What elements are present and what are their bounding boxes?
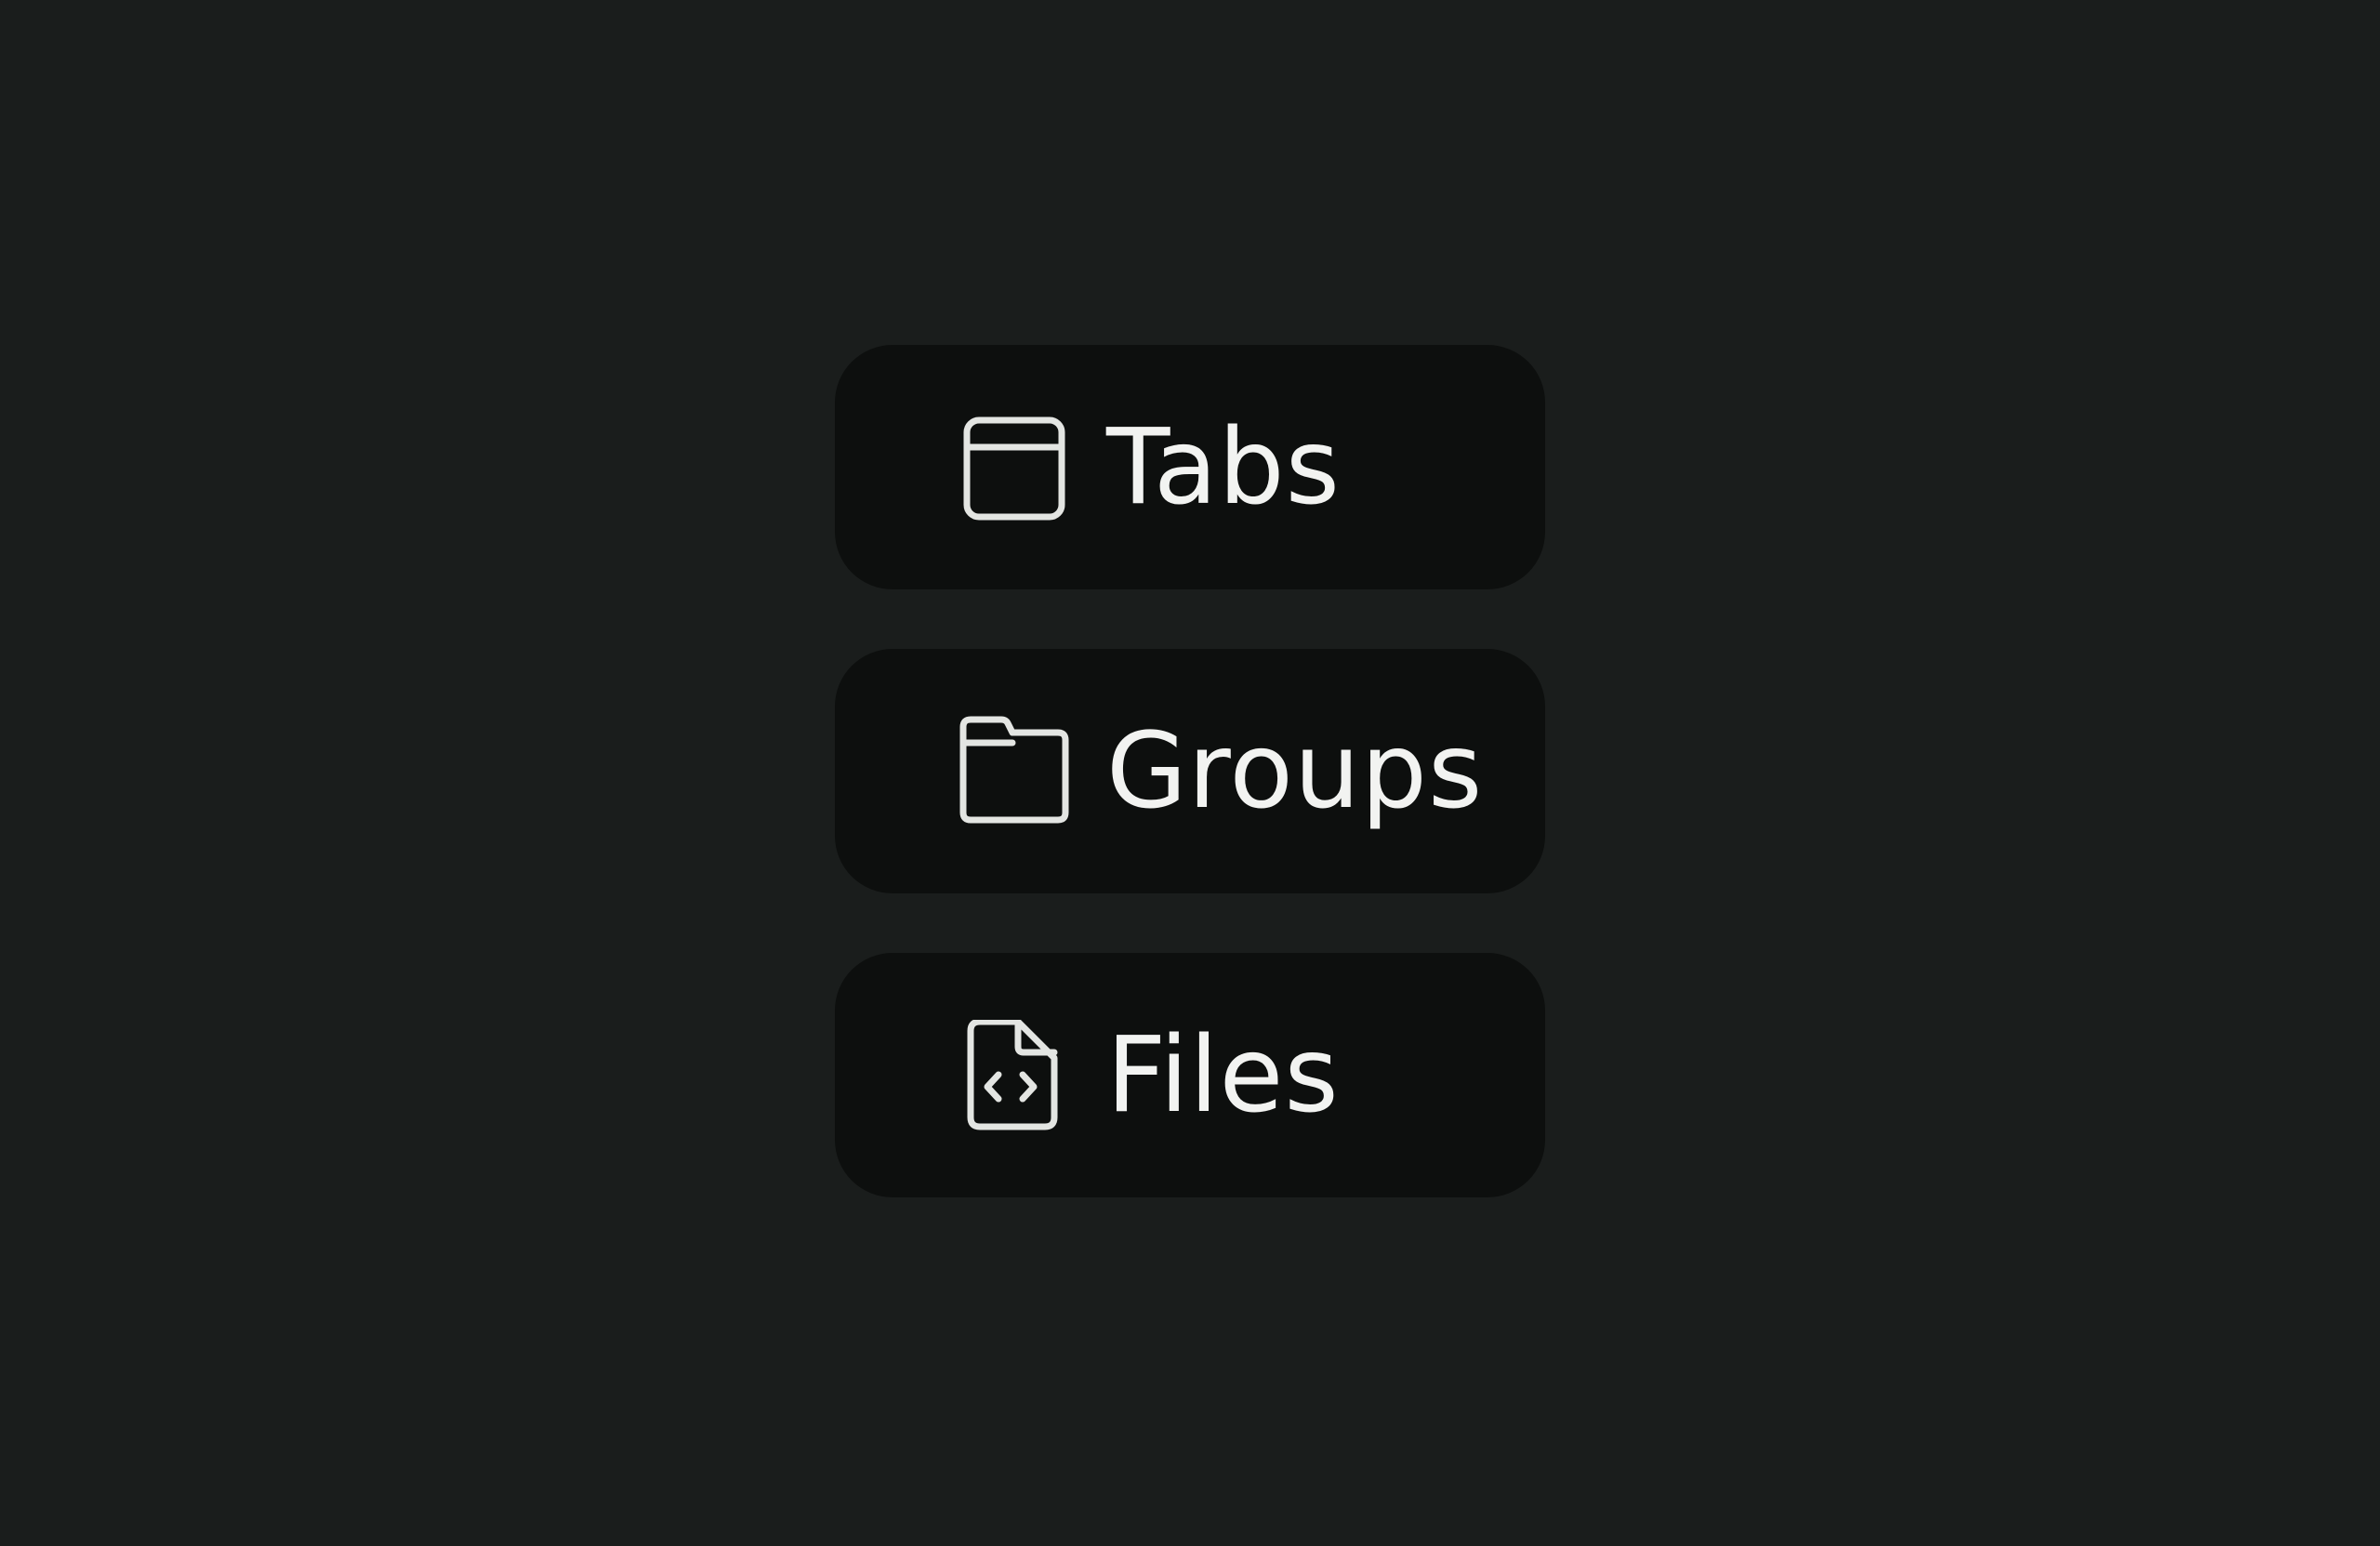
browser-window-icon bbox=[961, 412, 1073, 523]
code-file-icon bbox=[965, 1020, 1077, 1131]
menu-item-label: Tabs bbox=[1106, 406, 1341, 528]
menu-item-label: Groups bbox=[1106, 710, 1484, 832]
menu-item-groups[interactable]: Groups bbox=[835, 649, 1545, 893]
menu-item-files[interactable]: Files bbox=[835, 953, 1545, 1197]
app-canvas: Tabs Groups Files bbox=[0, 0, 2380, 1546]
menu-item-label: Files bbox=[1106, 1014, 1340, 1136]
menu-item-tabs[interactable]: Tabs bbox=[835, 345, 1545, 589]
folder-icon bbox=[959, 716, 1071, 827]
